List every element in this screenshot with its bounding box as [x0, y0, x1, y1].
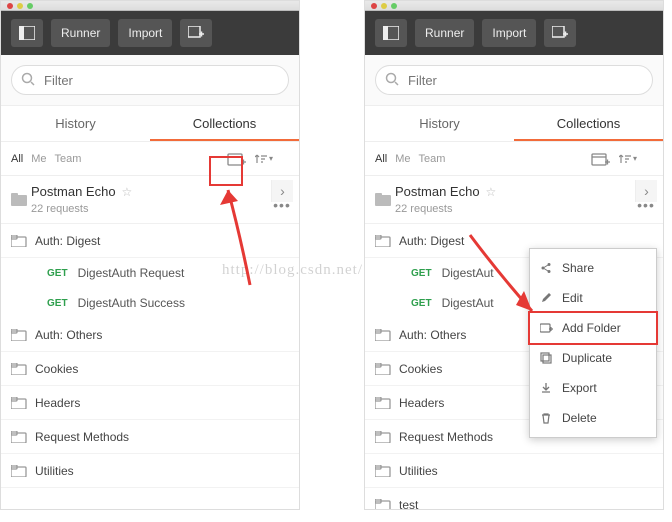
folder-icon	[375, 235, 399, 247]
more-options-button[interactable]: •••	[635, 197, 657, 219]
folder-label: Utilities	[399, 464, 438, 478]
folder-icon	[11, 235, 35, 247]
toggle-sidebar-button[interactable]	[375, 19, 407, 47]
folder-label: Auth: Others	[399, 328, 466, 342]
folder-icon	[375, 465, 399, 477]
menu-label: Export	[562, 381, 597, 395]
folder-icon	[11, 397, 35, 409]
collection-subtitle: 22 requests	[31, 203, 132, 215]
folder-label: test	[399, 498, 418, 511]
tab-history[interactable]: History	[365, 106, 514, 141]
filter-input[interactable]	[11, 65, 289, 95]
filter-me[interactable]: Me	[395, 153, 410, 165]
folder-icon	[11, 363, 35, 375]
folder-icon	[375, 397, 399, 409]
collection-icon	[375, 193, 395, 207]
folder-row[interactable]: Headers	[1, 386, 299, 420]
menu-label: Add Folder	[562, 321, 621, 335]
collection-subtitle: 22 requests	[395, 203, 496, 215]
folder-label: Headers	[35, 396, 80, 410]
collection-name: Postman Echo	[31, 184, 116, 199]
runner-button[interactable]: Runner	[51, 19, 110, 47]
annotation-arrow	[190, 175, 260, 295]
folder-icon	[375, 363, 399, 375]
folder-row[interactable]: test	[365, 488, 663, 510]
add-collection-button[interactable]	[591, 151, 611, 167]
folder-row[interactable]: Utilities	[1, 454, 299, 488]
menu-duplicate[interactable]: Duplicate	[530, 343, 656, 373]
annotation-arrow	[460, 225, 550, 325]
folder-label: Headers	[399, 396, 444, 410]
sort-button[interactable]: ▾	[255, 154, 281, 164]
new-tab-button[interactable]	[180, 19, 212, 47]
folder-label: Utilities	[35, 464, 74, 478]
search-bar	[365, 55, 663, 106]
new-tab-button[interactable]	[544, 19, 576, 47]
sidebar-tabs: History Collections	[365, 106, 663, 142]
folder-label: Request Methods	[35, 430, 129, 444]
request-label: DigestAuth Request	[78, 266, 185, 280]
method-badge: GET	[47, 268, 68, 279]
request-label: DigestAuth Success	[78, 296, 185, 310]
menu-label: Share	[562, 261, 594, 275]
folder-icon	[375, 499, 399, 511]
sort-button[interactable]: ▾	[619, 154, 645, 164]
search-icon	[385, 72, 399, 86]
folder-label: Cookies	[35, 362, 78, 376]
app-header: Runner Import	[1, 11, 299, 55]
filter-all[interactable]: All	[375, 153, 387, 165]
folder-icon	[375, 329, 399, 341]
folder-row[interactable]: Auth: Others	[1, 318, 299, 352]
app-header: Runner Import	[365, 11, 663, 55]
method-badge: GET	[47, 298, 68, 309]
folder-row[interactable]: Cookies	[1, 352, 299, 386]
folder-icon	[11, 431, 35, 443]
folder-label: Auth: Others	[35, 328, 102, 342]
menu-label: Edit	[562, 291, 583, 305]
more-options-button[interactable]: •••	[271, 197, 293, 219]
search-icon	[21, 72, 35, 86]
folder-row[interactable]: Request Methods	[1, 420, 299, 454]
import-button[interactable]: Import	[118, 19, 172, 47]
collection-header[interactable]: Postman Echo☆ 22 requests › •••	[365, 176, 663, 224]
window-titlebar	[365, 1, 663, 11]
filter-bar: All Me Team ▾	[365, 142, 663, 176]
method-badge: GET	[411, 268, 432, 279]
menu-label: Duplicate	[562, 351, 612, 365]
duplicate-icon	[540, 352, 554, 364]
toggle-sidebar-button[interactable]	[11, 19, 43, 47]
folder-label: Auth: Digest	[399, 234, 464, 248]
filter-team[interactable]: Team	[55, 153, 82, 165]
folder-label: Request Methods	[399, 430, 493, 444]
tab-collections[interactable]: Collections	[514, 106, 663, 141]
sidebar-tabs: History Collections	[1, 106, 299, 142]
folder-icon	[375, 431, 399, 443]
favorite-icon[interactable]: ☆	[486, 185, 497, 199]
folder-label: Cookies	[399, 362, 442, 376]
menu-label: Delete	[562, 411, 597, 425]
collection-name: Postman Echo	[395, 184, 480, 199]
search-bar	[1, 55, 299, 106]
folder-icon	[11, 329, 35, 341]
method-badge: GET	[411, 298, 432, 309]
delete-icon	[540, 412, 554, 424]
folder-label: Auth: Digest	[35, 234, 100, 248]
tab-collections[interactable]: Collections	[150, 106, 299, 141]
tab-history[interactable]: History	[1, 106, 150, 141]
export-icon	[540, 382, 554, 394]
collection-icon	[11, 193, 31, 207]
favorite-icon[interactable]: ☆	[122, 185, 133, 199]
filter-me[interactable]: Me	[31, 153, 46, 165]
runner-button[interactable]: Runner	[415, 19, 474, 47]
folder-row[interactable]: Utilities	[365, 454, 663, 488]
menu-export[interactable]: Export	[530, 373, 656, 403]
filter-team[interactable]: Team	[419, 153, 446, 165]
window-titlebar	[1, 1, 299, 11]
filter-all[interactable]: All	[11, 153, 23, 165]
filter-bar: All Me Team ▾	[1, 142, 299, 176]
filter-input[interactable]	[375, 65, 653, 95]
menu-delete[interactable]: Delete	[530, 403, 656, 433]
folder-icon	[11, 465, 35, 477]
import-button[interactable]: Import	[482, 19, 536, 47]
